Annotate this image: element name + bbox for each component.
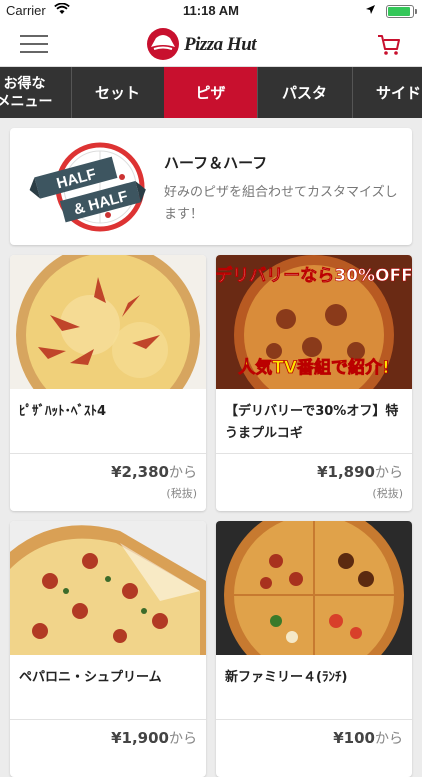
status-bar: Carrier 11:18 AM: [0, 0, 422, 22]
product-card-pepperoni-supreme[interactable]: ペパロニ・シュプリーム ¥1,900から: [10, 521, 206, 777]
cart-icon[interactable]: [376, 32, 402, 58]
half-and-half-card[interactable]: HALF & HALF ハーフ＆ハーフ 好みのピザを組合わせてカスタマイズします…: [10, 128, 412, 245]
card-divider: [216, 453, 412, 454]
category-tabs: お得な メニュー セット ピザ パスタ サイド: [0, 67, 422, 118]
tax-note: (税抜): [372, 487, 403, 500]
tab-set-label: セット: [94, 84, 140, 102]
half-and-half-badge: HALF & HALF: [29, 142, 146, 232]
logo-text: Pizza Hut: [184, 34, 257, 55]
tab-pasta[interactable]: パスタ: [257, 67, 353, 118]
banner-bottom-text: 人気TV番組で紹介!: [238, 357, 390, 378]
tab-deals-label-line1: お得な: [3, 75, 46, 92]
product-name: ﾋﾟｻﾞﾊｯﾄ･ﾍﾞｽﾄ4: [19, 404, 107, 419]
tax-note: (税抜): [166, 487, 197, 500]
price-suffix: から: [375, 731, 403, 747]
pizza-hut-roof-icon: [147, 28, 179, 60]
tab-deals[interactable]: お得な メニュー: [0, 67, 72, 118]
tab-side-label: サイド: [375, 84, 421, 102]
product-card-bulgogi[interactable]: デリバリーなら30%OFF 人気TV番組で紹介! 【デリバリーで30%オフ】特う…: [216, 255, 412, 511]
card-divider: [216, 719, 412, 720]
pizza-family4-image: [216, 521, 412, 655]
app-header: Pizza Hut: [0, 22, 422, 67]
price-suffix: から: [169, 731, 197, 747]
banner-top-text: デリバリーなら30%OFF: [216, 265, 412, 286]
tab-side[interactable]: サイド: [352, 67, 422, 118]
tab-set[interactable]: セット: [71, 67, 165, 118]
hamburger-menu-icon[interactable]: [20, 34, 48, 54]
price-suffix: から: [169, 465, 197, 481]
clock: 11:18 AM: [183, 3, 239, 18]
tab-pizza[interactable]: ピザ: [164, 67, 258, 118]
price-suffix: から: [375, 465, 403, 481]
pizza-best4-image: [10, 255, 206, 389]
product-price: ¥100から: [333, 728, 403, 748]
product-card-family4[interactable]: 新ファミリー４(ﾗﾝﾁ) ¥100から: [216, 521, 412, 777]
pizza-pepperoni-image: [10, 521, 206, 655]
price-value: ¥100: [333, 729, 375, 747]
pizza-bulgogi-image: デリバリーなら30%OFF 人気TV番組で紹介!: [216, 255, 412, 389]
half-and-half-description: 好みのピザを組合わせてカスタマイズします！: [164, 185, 398, 222]
pizza-hut-logo[interactable]: Pizza Hut: [146, 28, 276, 60]
price-value: ¥1,900: [111, 729, 169, 747]
tab-pasta-label: パスタ: [281, 84, 327, 102]
card-divider: [10, 719, 206, 720]
tab-deals-label-line2: メニュー: [0, 93, 53, 110]
price-value: ¥1,890: [317, 463, 375, 481]
product-card-best4[interactable]: ﾋﾟｻﾞﾊｯﾄ･ﾍﾞｽﾄ4 ¥2,380から (税抜): [10, 255, 206, 511]
product-price: ¥2,380から: [111, 462, 197, 482]
half-and-half-title: ハーフ＆ハーフ: [164, 154, 268, 172]
price-value: ¥2,380: [111, 463, 169, 481]
product-name: 【デリバリーで30%オフ】特うまプルコギ: [225, 404, 399, 441]
product-price: ¥1,900から: [111, 728, 197, 748]
card-divider: [10, 453, 206, 454]
product-price: ¥1,890から: [317, 462, 403, 482]
battery-icon: [386, 5, 417, 18]
tab-pizza-label: ピザ: [195, 84, 226, 102]
product-name: ペパロニ・シュプリーム: [19, 670, 162, 685]
battery-fill: [388, 7, 410, 16]
product-name: 新ファミリー４(ﾗﾝﾁ): [225, 670, 348, 685]
location-arrow-icon: [366, 5, 375, 14]
